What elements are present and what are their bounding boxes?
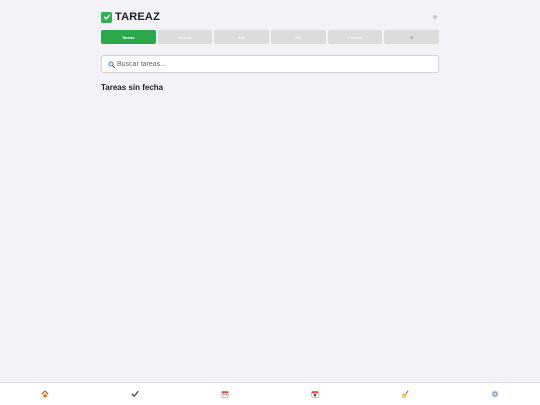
nav-settings[interactable]	[485, 386, 505, 402]
tab-afo[interactable]: Afo	[271, 30, 326, 44]
app-title: TAREAZ	[115, 11, 160, 23]
home-icon	[41, 390, 49, 398]
main-container: TAREAZ Tareas Hechas Mis Afo + Nueva ⚙ B…	[101, 0, 440, 92]
tab-tareas[interactable]: Tareas	[101, 30, 156, 44]
moon-icon[interactable]	[431, 14, 438, 21]
check-box-icon	[101, 11, 112, 23]
bottom-nav	[0, 382, 540, 405]
nav-calendar[interactable]	[215, 386, 235, 402]
search-input[interactable]	[117, 60, 417, 68]
tab-hechas[interactable]: Hechas	[157, 30, 213, 44]
tab-bar: Tareas Hechas Mis Afo + Nueva ⚙	[101, 30, 440, 44]
header: TAREAZ	[101, 7, 439, 27]
nav-home[interactable]	[35, 386, 55, 402]
app-root: TAREAZ Tareas Hechas Mis Afo + Nueva ⚙ B…	[0, 0, 540, 405]
tab-settings[interactable]: ⚙	[384, 30, 440, 44]
tab-mis[interactable]: Mis	[214, 30, 270, 44]
section-title: Tareas sin fecha	[101, 83, 164, 92]
checkmark-icon	[131, 390, 139, 397]
tab-nueva[interactable]: + Nueva	[327, 30, 383, 44]
title-wrap: TAREAZ	[101, 11, 160, 23]
search-icon	[107, 60, 115, 68]
calendar-date-icon	[311, 391, 319, 398]
nav-notes[interactable]	[395, 386, 415, 402]
calendar-icon	[221, 391, 229, 398]
gear-icon	[491, 390, 499, 398]
nav-tasks[interactable]	[125, 386, 145, 402]
search-bar	[101, 55, 439, 73]
writing-hand-icon	[401, 390, 409, 398]
nav-calendar-date[interactable]	[305, 386, 325, 402]
